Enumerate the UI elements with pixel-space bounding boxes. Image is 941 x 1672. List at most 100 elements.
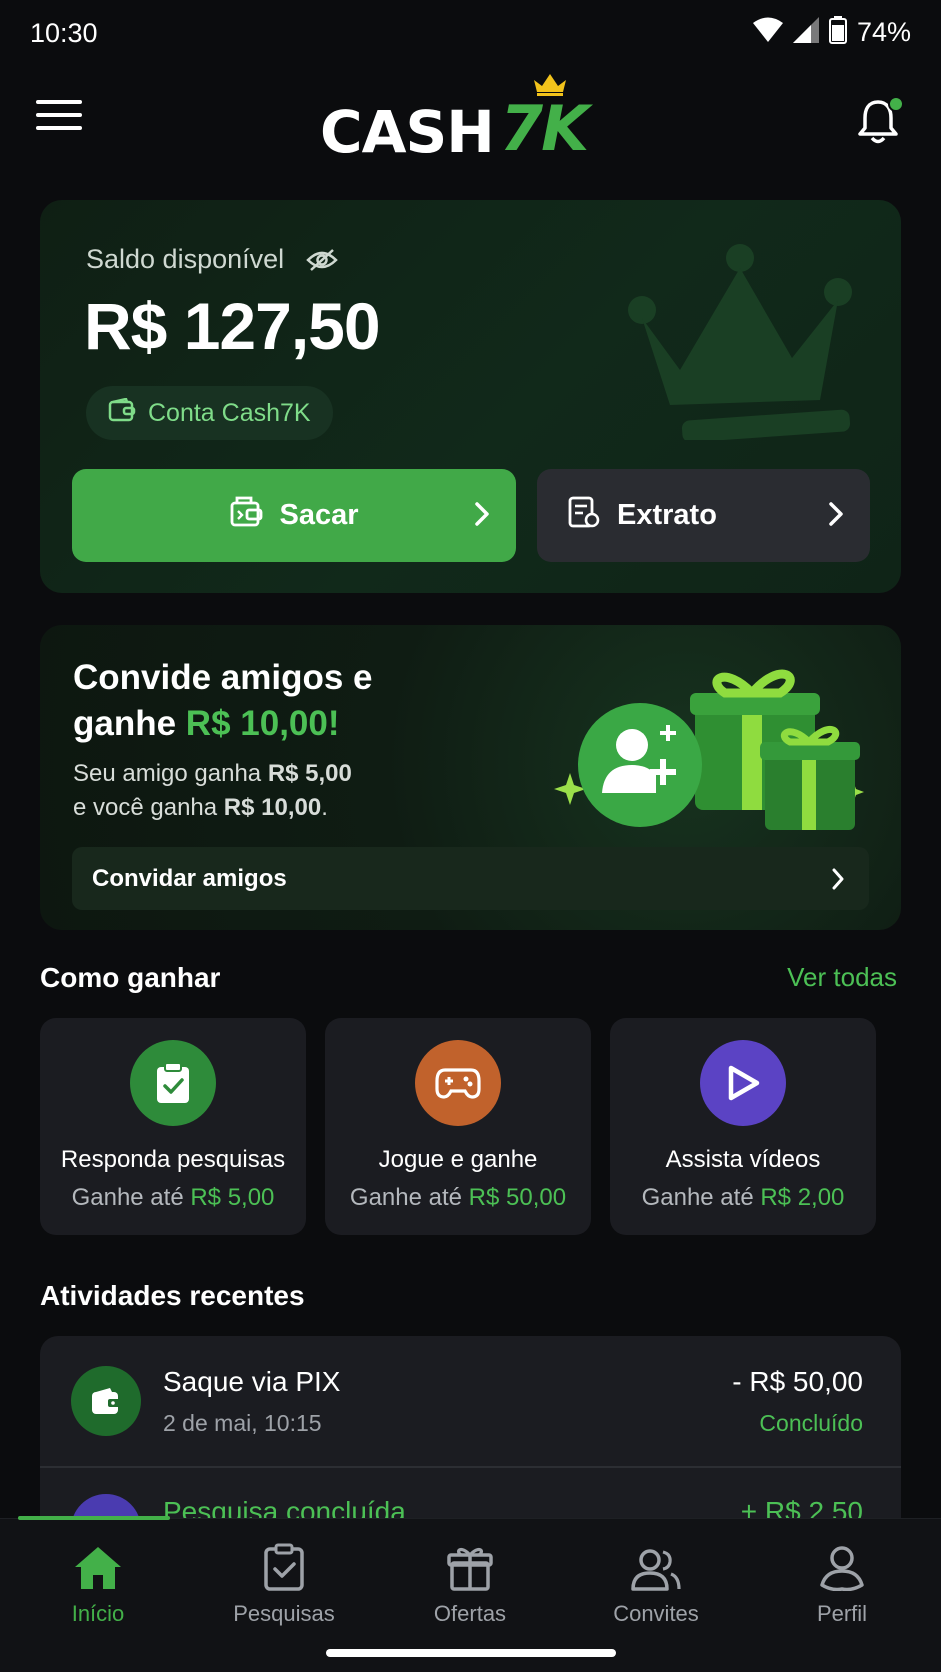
see-all-link[interactable]: Ver todas [760, 962, 897, 993]
balance-label-row: Saldo disponível [86, 244, 338, 275]
signal-icon [792, 17, 819, 48]
chevron-right-icon [474, 501, 490, 535]
referral-sub-line2: e você ganha R$ 10,00. [73, 791, 493, 825]
referral-title-prefix: ganhe [73, 704, 186, 743]
referral-sub-line1: Seu amigo ganha R$ 5,00 [73, 757, 493, 791]
balance-card: Saldo disponível R$ 127,50 Conta Cash7K … [40, 200, 901, 593]
profile-icon [762, 1539, 922, 1591]
referral-title-line1: Convide amigos e [73, 658, 373, 697]
status-time: 10:30 [30, 18, 98, 48]
nav-label: Início [71, 1601, 125, 1626]
activity-row[interactable]: Saque via PIX 2 de mai, 10:15 - R$ 50,00… [40, 1336, 901, 1468]
nav-item-invites[interactable]: Convites [576, 1539, 736, 1629]
battery-icon [828, 16, 847, 49]
activity-status: Concluído [759, 1410, 863, 1436]
balance-label: Saldo disponível [86, 244, 285, 274]
menu-icon-line [36, 126, 82, 130]
nav-label: Pesquisas [233, 1601, 335, 1626]
referral-sub2-suffix: . [321, 794, 328, 821]
earn-sub-amount: R$ 50,00 [468, 1184, 567, 1211]
referral-sub1-amount: R$ 5,00 [267, 760, 352, 787]
notification-dot [888, 96, 904, 112]
nav-item-profile[interactable]: Perfil [762, 1539, 922, 1629]
activity-date: 2 de mai, 10:15 [163, 1410, 322, 1436]
withdraw-icon [229, 495, 263, 537]
gesture-home-bar[interactable] [326, 1649, 616, 1657]
earn-card-sub: Ganhe até R$ 50,00 [325, 1184, 591, 1212]
statement-label: Extrato [617, 499, 717, 531]
referral-title-amount: R$ 10,00! [185, 704, 340, 743]
earn-sub-prefix: Ganhe até [349, 1184, 469, 1211]
earn-card-sub: Ganhe até R$ 2,00 [610, 1184, 876, 1212]
gamepad-icon [415, 1040, 501, 1126]
notifications-button[interactable] [856, 96, 904, 148]
chevron-right-icon [828, 501, 844, 535]
battery-percent: 74% [856, 17, 911, 47]
nav-item-home[interactable]: Início [18, 1539, 178, 1629]
crown-watermark-icon [620, 240, 860, 445]
status-icons: 74% [752, 16, 911, 49]
referral-title-line2: ganhe R$ 10,00! [73, 701, 513, 747]
app-screen: 10:30 74% CASH 7K Saldo disponível R$ 12… [0, 0, 941, 1672]
clipboard-icon [204, 1539, 364, 1591]
referral-sub1-text: Seu amigo ganha [73, 760, 268, 787]
referral-description: Seu amigo ganha R$ 5,00 e você ganha R$ … [73, 757, 493, 825]
wifi-icon [752, 17, 783, 48]
bell-icon [856, 100, 900, 150]
nav-label: Ofertas [433, 1601, 507, 1626]
logo-7k: 7K [500, 92, 589, 165]
play-icon [700, 1040, 786, 1126]
earn-sub-prefix: Ganhe até [641, 1184, 761, 1211]
earn-card-games[interactable]: Jogue e ganhe Ganhe até R$ 50,00 [325, 1018, 591, 1235]
referral-sub2-amount: R$ 10,00 [223, 794, 322, 821]
top-bar: CASH 7K [0, 68, 941, 176]
gift-icon [390, 1539, 550, 1591]
users-icon [576, 1539, 736, 1591]
clipboard-check-icon [130, 1040, 216, 1126]
activity-title: Saque via PIX [163, 1366, 341, 1397]
earn-card-surveys[interactable]: Responda pesquisas Ganhe até R$ 5,00 [40, 1018, 306, 1235]
crown-icon [532, 72, 568, 101]
wallet-icon [71, 1366, 141, 1436]
nav-label: Perfil [816, 1601, 868, 1626]
referral-sub2-text: e você ganha [73, 794, 224, 821]
status-bar: 10:30 74% [0, 0, 941, 68]
withdraw-button[interactable]: Sacar [72, 469, 516, 562]
gift-illustration-icon [520, 645, 880, 850]
invite-friends-label: Convidar amigos [92, 864, 287, 892]
wallet-icon [108, 397, 136, 429]
home-icon [18, 1539, 178, 1591]
hide-balance-button[interactable] [306, 248, 338, 272]
statement-button[interactable]: Extrato [537, 469, 870, 562]
activities-section-title: Atividades recentes [40, 1280, 305, 1311]
earn-card-label: Jogue e ganhe [378, 1146, 538, 1173]
withdraw-label: Sacar [279, 499, 359, 531]
invite-friends-button[interactable]: Convidar amigos [72, 847, 869, 910]
activity-amount: - R$ 50,00 [732, 1366, 863, 1397]
menu-icon-line [36, 113, 82, 117]
referral-card: Convide amigos e ganhe R$ 10,00! Seu ami… [40, 625, 901, 930]
earn-card-label: Responda pesquisas [60, 1146, 286, 1173]
menu-button[interactable] [36, 100, 82, 140]
referral-title: Convide amigos e ganhe R$ 10,00! [73, 655, 513, 747]
statement-icon [567, 495, 601, 537]
eye-off-icon [306, 248, 338, 271]
earn-card-sub: Ganhe até R$ 5,00 [40, 1184, 306, 1212]
account-label: Conta Cash7K [148, 398, 311, 427]
logo-cash: CASH [320, 98, 495, 166]
earn-sub-amount: R$ 2,00 [760, 1184, 845, 1211]
nav-item-offers[interactable]: Ofertas [390, 1539, 550, 1629]
earn-section-title: Como ganhar [40, 962, 221, 993]
account-pill[interactable]: Conta Cash7K [86, 386, 333, 440]
earn-sub-prefix: Ganhe até [71, 1184, 191, 1211]
earn-sub-amount: R$ 5,00 [190, 1184, 275, 1211]
balance-value: R$ 127,50 [84, 289, 381, 363]
menu-icon [36, 100, 82, 104]
chevron-right-icon [831, 867, 845, 898]
active-tab-indicator [18, 1516, 170, 1520]
bottom-navigation: Início Pesquisas Ofertas Convites Perfil [0, 1516, 941, 1672]
earn-card-videos[interactable]: Assista vídeos Ganhe até R$ 2,00 [610, 1018, 876, 1235]
nav-item-surveys[interactable]: Pesquisas [204, 1539, 364, 1629]
app-logo: CASH 7K [320, 68, 620, 176]
earn-card-label: Assista vídeos [665, 1146, 821, 1173]
